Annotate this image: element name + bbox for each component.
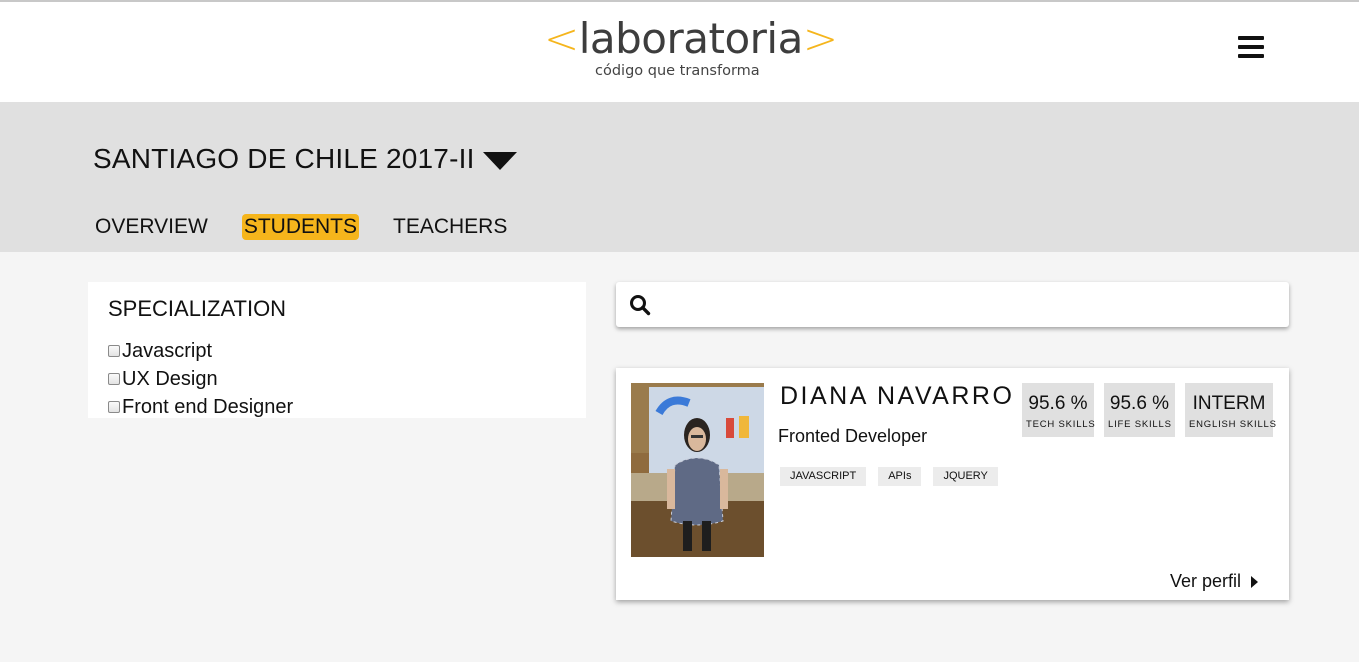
filter-list: Javascript UX Design Front end Designer (108, 337, 293, 421)
menu-bar (1238, 45, 1264, 49)
caret-down-icon[interactable] (482, 152, 517, 170)
filter-title: SPECIALIZATION (108, 296, 287, 321)
caret-right-icon (1251, 575, 1259, 588)
filter-option-ux-design[interactable]: UX Design (108, 365, 293, 393)
stat-tech-skills: 95.6 % TECH SKILLS (1022, 383, 1096, 437)
filter-label: Front end Designer (122, 395, 294, 418)
cohort-title: SANTIAGO DE CHILE 2017-II (93, 143, 475, 174)
stat-value: 95.6 % (1109, 393, 1170, 414)
student-name: DIANA NAVARRO (780, 382, 1015, 410)
filter-label: UX Design (122, 367, 218, 390)
search-bar (616, 282, 1289, 327)
stat-label: ENGLISH SKILLS (1189, 419, 1277, 430)
section-tabs: OVERVIEW STUDENTS TEACHERS (93, 214, 509, 240)
filter-label: Javascript (122, 339, 213, 362)
skill-tags: JAVASCRIPT APIs JQUERY (780, 467, 1010, 486)
filter-checkbox[interactable] (108, 373, 120, 385)
specialization-filter-panel: SPECIALIZATION Javascript UX Design Fron… (88, 282, 586, 418)
filter-checkbox[interactable] (108, 345, 120, 357)
skill-tag: JAVASCRIPT (780, 467, 867, 486)
site-header: <laboratoria> código que transforma (0, 2, 1359, 102)
skill-stats: 95.6 % TECH SKILLS 95.6 % LIFE SKILLS IN… (1022, 383, 1277, 437)
stat-label: TECH SKILLS (1026, 419, 1096, 430)
logo-wordmark: <laboratoria> (544, 14, 838, 64)
logo-bracket-right: > (802, 14, 838, 63)
stat-english-skills: INTERM ENGLISH SKILLS (1185, 383, 1277, 437)
student-role: Fronted Developer (778, 426, 928, 446)
tab-overview[interactable]: OVERVIEW (93, 214, 210, 240)
search-input[interactable] (662, 288, 1272, 321)
logo-tagline: código que transforma (595, 63, 760, 79)
stat-life-skills: 95.6 % LIFE SKILLS (1104, 383, 1175, 437)
stat-value: 95.6 % (1028, 393, 1088, 414)
filter-checkbox[interactable] (108, 401, 120, 413)
stat-label: LIFE SKILLS (1108, 419, 1172, 430)
search-icon[interactable] (629, 294, 651, 316)
filter-option-front-end-designer[interactable]: Front end Designer (108, 393, 293, 421)
view-profile-label: Ver perfil (1170, 571, 1242, 591)
student-photo (631, 383, 764, 557)
cohort-selector[interactable]: SANTIAGO DE CHILE 2017-II (93, 142, 517, 176)
filter-option-javascript[interactable]: Javascript (108, 337, 293, 365)
menu-bar (1238, 36, 1264, 40)
tab-teachers[interactable]: TEACHERS (391, 214, 509, 240)
skill-tag: JQUERY (933, 467, 998, 486)
student-card: DIANA NAVARRO Fronted Developer JAVASCRI… (616, 368, 1289, 600)
stat-value: INTERM (1192, 393, 1266, 414)
skill-tag: APIs (878, 467, 922, 486)
hamburger-menu-icon[interactable] (1238, 36, 1264, 58)
view-profile-link[interactable]: Ver perfil (1170, 571, 1259, 592)
cohort-band: SANTIAGO DE CHILE 2017-II OVERVIEW STUDE… (0, 102, 1359, 252)
logo-word: laboratoria (578, 14, 804, 63)
tab-students[interactable]: STUDENTS (241, 214, 359, 240)
menu-bar (1238, 54, 1264, 58)
student-photo-image (631, 383, 764, 557)
laboratoria-logo[interactable]: <laboratoria> código que transforma (544, 14, 838, 84)
logo-bracket-left: < (544, 14, 579, 63)
